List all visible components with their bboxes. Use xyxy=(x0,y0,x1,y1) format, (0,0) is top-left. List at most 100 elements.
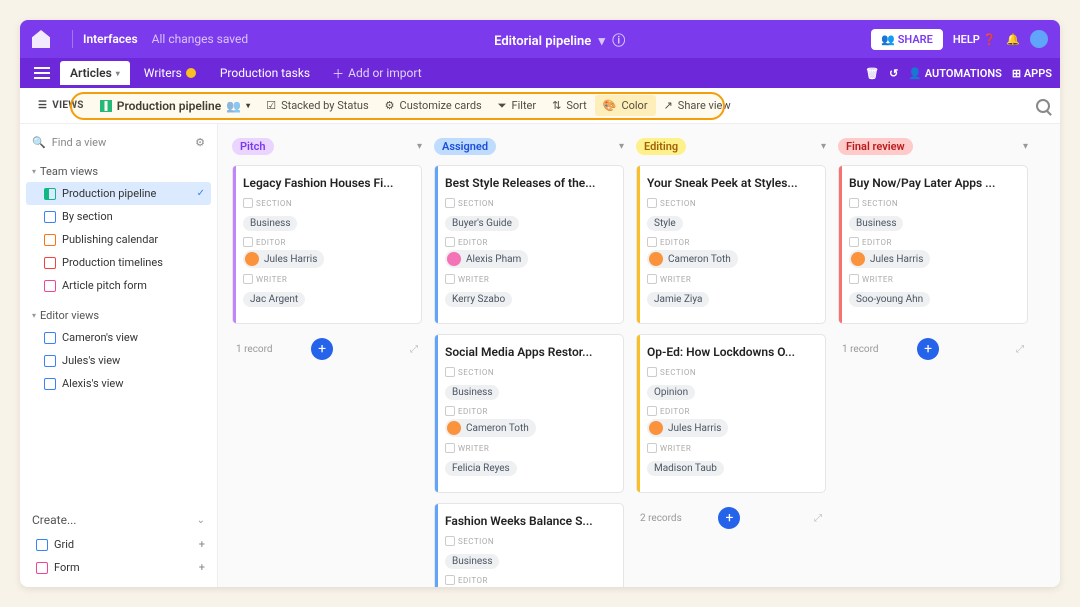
sidebar-item[interactable]: Production pipeline✓ xyxy=(26,182,211,205)
kanban-card[interactable]: Op-Ed: How Lockdowns O...SECTIONOpinionE… xyxy=(636,334,826,493)
stacked-button[interactable]: ☑Stacked by Status xyxy=(258,95,376,116)
kanban-card[interactable]: Social Media Apps Restor...SECTIONBusine… xyxy=(434,334,624,493)
apps-button[interactable]: ⊞ APPS xyxy=(1012,67,1052,80)
chevron-down-icon: ▾ xyxy=(116,69,120,78)
filter-button[interactable]: ⏷Filter xyxy=(490,95,544,117)
tab-articles[interactable]: Articles▾ xyxy=(60,61,130,85)
add-record-button[interactable]: + xyxy=(917,338,939,360)
column-badge: Editing xyxy=(636,138,686,155)
gantt-icon xyxy=(44,257,56,269)
avatar-icon xyxy=(649,252,663,266)
add-record-button[interactable]: + xyxy=(718,507,740,529)
bell-icon[interactable]: 🔔 xyxy=(1006,33,1020,46)
field-label-section: SECTION xyxy=(445,198,613,208)
app-window: Interfaces All changes saved Editorial p… xyxy=(20,20,1060,587)
divider xyxy=(72,30,73,48)
sidebar-item[interactable]: Alexis's view xyxy=(26,372,211,395)
kanban-card[interactable]: Buy Now/Pay Later Apps ...SECTIONBusines… xyxy=(838,165,1028,324)
field-label-writer: WRITER xyxy=(647,443,815,453)
section-tag: Style xyxy=(647,216,683,231)
editor-chip: Jules Harris xyxy=(647,419,728,437)
kanban-column: Editing ▾ Your Sneak Peek at Styles... SECT… xyxy=(636,138,826,573)
avatar[interactable] xyxy=(1030,30,1048,48)
sidebar-item-label: Article pitch form xyxy=(62,279,147,292)
writer-tag: Kerry Szabo xyxy=(445,292,512,307)
share-label: SHARE xyxy=(898,33,933,46)
people-icon: 👥 xyxy=(226,99,241,113)
sidebar-item[interactable]: Article pitch form xyxy=(26,274,211,297)
sidebar-item[interactable]: Publishing calendar xyxy=(26,228,211,251)
expand-icon[interactable]: ⤢ xyxy=(1016,344,1024,355)
editor-chip: Jules Harris xyxy=(849,250,930,268)
card-title: Fashion Weeks Balance S... xyxy=(445,514,613,528)
search-icon[interactable] xyxy=(1036,99,1050,113)
sort-button[interactable]: ⇅Sort xyxy=(544,95,595,116)
sidebar-item[interactable]: Production timelines xyxy=(26,251,211,274)
kanban-card[interactable]: Fashion Weeks Balance S...SECTIONBusines… xyxy=(434,503,624,587)
sidebar-item-label: By section xyxy=(62,210,113,223)
menu-icon[interactable] xyxy=(34,67,50,79)
customize-button[interactable]: ⚙Customize cards xyxy=(377,95,490,116)
add-record-button[interactable]: + xyxy=(311,338,333,360)
share-button[interactable]: 👥 SHARE xyxy=(871,29,943,50)
topbar-right: HELP ❓ 🔔 xyxy=(953,30,1048,48)
create-item[interactable]: Form+ xyxy=(26,556,211,579)
color-button[interactable]: 🎨Color xyxy=(595,95,656,116)
editor-chip: Jules Harris xyxy=(243,250,324,268)
column-menu[interactable]: ▾ xyxy=(821,141,826,152)
topbar: Interfaces All changes saved Editorial p… xyxy=(20,20,1060,58)
editor-chip: Cameron Toth xyxy=(445,419,536,437)
base-title-text: Editorial pipeline xyxy=(494,34,591,49)
tab-production[interactable]: Production tasks xyxy=(210,61,320,85)
find-view-input[interactable]: 🔍 Find a view ⚙ xyxy=(26,132,211,153)
column-footer: 1 record+⤢ xyxy=(232,334,422,364)
expand-icon[interactable]: ⤢ xyxy=(814,513,822,524)
sidebar-item[interactable]: Cameron's view xyxy=(26,326,211,349)
chevron-down-icon: ▾ xyxy=(599,34,606,49)
gear-icon[interactable]: ⚙ xyxy=(195,136,205,149)
section-tag: Buyer's Guide xyxy=(445,216,519,231)
column-menu[interactable]: ▾ xyxy=(417,141,422,152)
record-count: 1 record xyxy=(842,344,879,355)
tab-writers[interactable]: Writers xyxy=(134,61,206,85)
trash-icon[interactable]: 🗑 xyxy=(865,67,879,80)
grid-icon xyxy=(44,332,56,344)
help-button[interactable]: HELP ❓ xyxy=(953,33,996,46)
create-toggle[interactable]: Create...⌄ xyxy=(26,507,211,533)
history-icon[interactable]: ↺ xyxy=(889,67,898,80)
interfaces-link[interactable]: Interfaces xyxy=(83,32,138,46)
base-title[interactable]: Editorial pipeline ▾ ⓘ xyxy=(248,30,871,49)
avatar-icon xyxy=(447,421,461,435)
field-label-editor: EDITOR xyxy=(647,406,815,416)
sidebar-group-header[interactable]: Team views xyxy=(26,161,211,182)
add-table-button[interactable]: ＋Add or import xyxy=(332,65,422,82)
kanban-card[interactable]: Your Sneak Peek at Styles... SECTION Style… xyxy=(636,165,826,324)
share-view-button[interactable]: ↗Share view xyxy=(656,95,739,116)
column-menu[interactable]: ▾ xyxy=(619,141,624,152)
avatar-icon xyxy=(447,252,461,266)
sidebar-item[interactable]: By section xyxy=(26,205,211,228)
column-menu[interactable]: ▾ xyxy=(1023,141,1028,152)
card-title: Your Sneak Peek at Styles... xyxy=(647,176,815,190)
expand-icon[interactable]: ⤢ xyxy=(410,344,418,355)
create-item[interactable]: Grid+ xyxy=(26,533,211,556)
writer-tag: Madison Taub xyxy=(647,461,724,476)
grid-icon xyxy=(44,211,56,223)
kanban-card[interactable]: Legacy Fashion Houses Fi...SECTIONBusine… xyxy=(232,165,422,324)
section-tag: Business xyxy=(243,216,297,231)
avatar-icon xyxy=(649,421,663,435)
field-label-section: SECTION xyxy=(647,198,815,208)
field-label-editor: EDITOR xyxy=(849,237,1017,247)
save-status: All changes saved xyxy=(152,32,248,46)
sidebar-item-label: Alexis's view xyxy=(62,377,124,390)
view-name[interactable]: Production pipeline👥▾ xyxy=(92,95,258,117)
automations-button[interactable]: 👤 AUTOMATIONS xyxy=(908,67,1002,80)
sidebar-item[interactable]: Jules's view xyxy=(26,349,211,372)
kanban-card[interactable]: Best Style Releases of the...SECTIONBuye… xyxy=(434,165,624,324)
plus-icon: ＋ xyxy=(332,65,344,82)
cal-icon xyxy=(44,234,56,246)
sidebar-group-header[interactable]: Editor views xyxy=(26,305,211,326)
field-label-section: SECTION xyxy=(243,198,411,208)
kanban-column: Assigned▾Best Style Releases of the...SE… xyxy=(434,138,624,573)
views-button[interactable]: ☰VIEWS xyxy=(30,96,92,115)
